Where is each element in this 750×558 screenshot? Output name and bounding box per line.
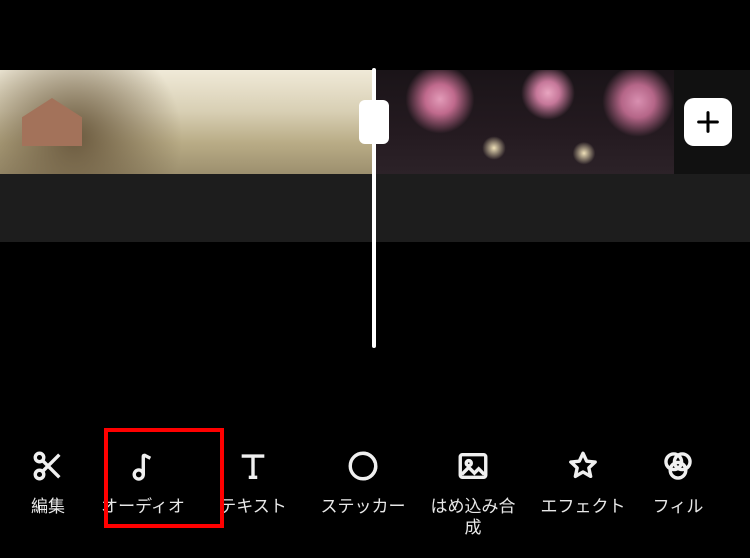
tool-effect[interactable]: エフェクト	[528, 438, 638, 525]
tool-label: はめ込み合 成	[431, 496, 516, 539]
add-clip-button[interactable]	[684, 98, 732, 146]
playhead[interactable]	[372, 68, 376, 348]
toolbar: 編集 オーディオ テキスト ステッカー はめ込み合 成 エフェクト	[0, 438, 750, 547]
tool-label: オーディオ	[101, 496, 185, 517]
music-note-icon	[125, 448, 161, 484]
scissors-icon	[30, 448, 66, 484]
tool-sticker[interactable]: ステッカー	[308, 438, 418, 525]
tool-overlay[interactable]: はめ込み合 成	[418, 438, 528, 547]
plus-icon	[694, 108, 722, 136]
tool-label: フィル	[653, 496, 704, 517]
text-icon	[235, 448, 271, 484]
tool-label: 編集	[31, 496, 65, 517]
tool-label: ステッカー	[321, 496, 406, 517]
sticker-icon	[345, 448, 381, 484]
tool-filter[interactable]: フィル	[638, 438, 718, 525]
tool-text[interactable]: テキスト	[198, 438, 308, 525]
star-icon	[565, 448, 601, 484]
tool-label: テキスト	[219, 496, 287, 517]
tool-edit[interactable]: 編集	[8, 438, 88, 525]
filter-icon	[660, 448, 696, 484]
video-clip[interactable]	[374, 70, 674, 174]
tool-label: エフェクト	[541, 496, 626, 517]
image-icon	[455, 448, 491, 484]
tool-audio[interactable]: オーディオ	[88, 438, 198, 525]
video-clip[interactable]	[0, 70, 374, 174]
